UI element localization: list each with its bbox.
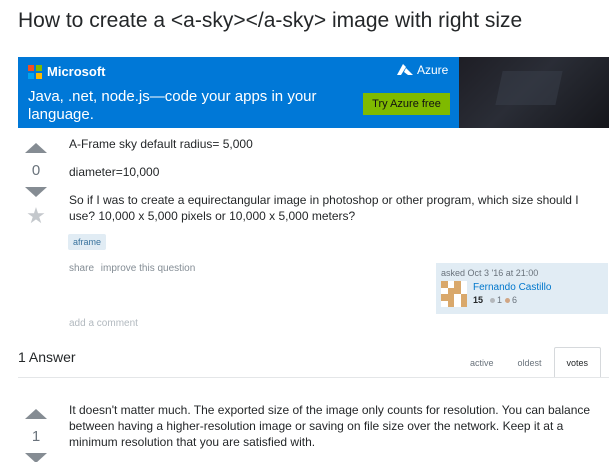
ad-brand-name: Microsoft [47, 64, 106, 79]
microsoft-logo-icon [28, 64, 42, 79]
answer-body: It doesn't matter much. The exported siz… [69, 403, 591, 449]
user-avatar[interactable] [441, 281, 467, 307]
add-comment-link[interactable]: add a comment [69, 318, 138, 329]
silver-badge-count: 1 [497, 295, 503, 305]
question-paragraph: A-Frame sky default radius= 5,000 [69, 137, 253, 151]
tab-votes[interactable]: votes [553, 347, 602, 378]
bronze-badge-count: 6 [512, 295, 518, 305]
upvote-arrow-icon[interactable] [25, 409, 47, 419]
user-reputation: 15 1 6 [473, 295, 517, 305]
answer-vote-controls: 1 [18, 409, 54, 462]
answer-sort-tabs: active oldest votes [458, 347, 602, 378]
question-vote-count: 0 [31, 162, 41, 179]
azure-label: Azure [417, 63, 449, 77]
silver-badge-icon [490, 297, 496, 303]
upvote-arrow-icon[interactable] [25, 143, 47, 153]
microsoft-brand: Microsoft [28, 64, 106, 79]
question-paragraph: So if I was to create a equirectangular … [69, 193, 579, 223]
favorite-star-icon[interactable]: ★ [26, 205, 46, 227]
answer-vote-count: 1 [31, 428, 41, 445]
question-title[interactable]: How to create a <a-sky></a-sky> image wi… [18, 9, 522, 33]
ad-photo [459, 57, 609, 128]
improve-question-link[interactable]: improve this question [101, 263, 196, 274]
answers-divider [18, 377, 609, 378]
azure-logo-icon [397, 64, 413, 75]
downvote-arrow-icon[interactable] [25, 453, 47, 462]
advertisement-banner[interactable]: Microsoft Java, .net, node.js—code your … [18, 57, 609, 128]
bronze-badge-icon [505, 297, 511, 303]
question-vote-controls: 0 ★ [18, 143, 54, 227]
answers-count-heading: 1 Answer [18, 349, 76, 365]
user-name-link[interactable]: Fernando Castillo [473, 282, 551, 293]
share-link[interactable]: share [69, 263, 94, 274]
ad-tagline: Java, .net, node.js—code your apps in yo… [28, 88, 317, 123]
asked-timestamp: asked Oct 3 '16 at 21:00 [441, 268, 539, 278]
try-azure-button[interactable]: Try Azure free [363, 93, 450, 115]
downvote-arrow-icon[interactable] [25, 187, 47, 197]
reputation-score: 15 [473, 295, 484, 305]
tab-active[interactable]: active [458, 347, 506, 378]
azure-brand: Azure [397, 63, 448, 77]
tab-oldest[interactable]: oldest [506, 347, 554, 378]
asker-user-card: asked Oct 3 '16 at 21:00 Fernando Castil… [436, 263, 608, 314]
post-menu: share improve this question [69, 263, 199, 274]
question-paragraph: diameter=10,000 [69, 165, 160, 179]
tag-aframe[interactable]: aframe [68, 234, 107, 250]
question-body: A-Frame sky default radius= 5,000 diamet… [69, 136, 584, 236]
